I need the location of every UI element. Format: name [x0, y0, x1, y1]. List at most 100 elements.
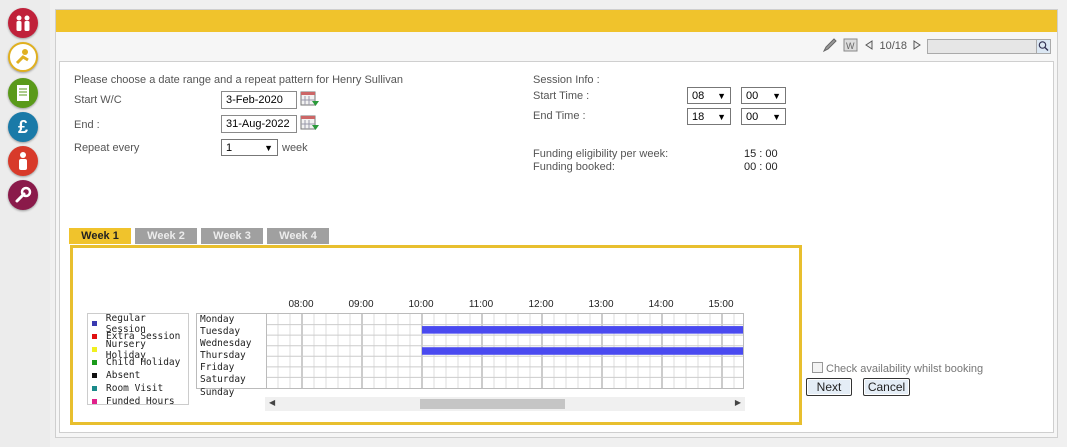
end-date-label: End :: [74, 119, 100, 131]
legend-swatch: [92, 386, 97, 391]
session-info-title: Session Info :: [533, 74, 600, 86]
header-bar: [56, 10, 1057, 32]
repeat-select-value: 1: [226, 141, 233, 154]
day-label: Thursday: [200, 350, 246, 362]
tab-week-3[interactable]: Week 3: [201, 228, 263, 244]
check-availability-checkbox[interactable]: [812, 362, 823, 373]
chevron-down-icon: ▼: [772, 111, 781, 122]
tab-week-4[interactable]: Week 4: [267, 228, 329, 244]
start-minute-select[interactable]: 00 ▼: [741, 87, 786, 104]
legend-label: Room Visit: [106, 383, 164, 394]
end-hour-value: 18: [692, 110, 705, 123]
family-icon[interactable]: [8, 8, 38, 38]
start-minute-value: 00: [746, 89, 759, 102]
repeat-every-label: Repeat every: [74, 142, 140, 154]
funding-booked-label: Funding booked:: [533, 161, 615, 173]
legend-item: Room Visit: [92, 382, 188, 395]
chevron-down-icon: ▼: [772, 90, 781, 101]
legend-swatch: [92, 399, 97, 404]
legend: Regular Session Extra Session Nursery Holi…: [87, 313, 189, 408]
next-button[interactable]: Next: [806, 378, 852, 396]
end-minute-select[interactable]: 00 ▼: [741, 108, 786, 125]
schedule-timeline[interactable]: [267, 314, 743, 388]
day-label: Tuesday: [200, 326, 241, 338]
end-date-calendar-icon[interactable]: [300, 115, 320, 132]
repeat-unit-label: week: [282, 142, 308, 154]
legend-swatch: [92, 360, 97, 365]
start-hour-select[interactable]: 08 ▼: [687, 87, 731, 104]
legend-item: Child Holiday: [92, 356, 188, 369]
booking-form: Please choose a date range and a repeat …: [59, 61, 1054, 433]
main-panel: W 10/18 Please choose a date range and a…: [55, 9, 1058, 438]
time-label: 12:00: [528, 299, 554, 310]
end-date-field[interactable]: 31-Aug-2022: [221, 115, 297, 133]
search-input[interactable]: [927, 38, 1051, 54]
register-icon[interactable]: [8, 78, 38, 108]
settings-wrench-icon[interactable]: [8, 180, 38, 210]
chevron-down-icon: ▼: [264, 142, 273, 153]
left-navigation-rail: £: [0, 0, 50, 447]
record-toolbar: W 10/18: [822, 37, 1051, 56]
start-hour-value: 08: [692, 89, 705, 102]
day-column: Monday Tuesday Wednesday Thursday Friday Satu…: [197, 314, 267, 398]
day-label: Friday: [200, 362, 235, 374]
edit-pencil-icon[interactable]: [822, 37, 838, 56]
check-availability-label: Check availability whilst booking: [826, 363, 984, 375]
day-label: Monday: [200, 314, 235, 325]
start-date-calendar-icon[interactable]: [300, 91, 320, 108]
legend-item: Regular Session: [92, 313, 188, 335]
time-label: 10:00: [408, 299, 434, 310]
time-label: 08:00: [288, 299, 314, 310]
repeat-select[interactable]: 1 ▼: [221, 139, 278, 156]
legend-swatch: [92, 347, 97, 352]
cancel-button[interactable]: Cancel: [863, 378, 910, 396]
child-play-icon[interactable]: [8, 42, 38, 72]
end-hour-select[interactable]: 18 ▼: [687, 108, 731, 125]
previous-record-icon[interactable]: [864, 39, 874, 53]
tab-week-1[interactable]: Week 1: [69, 228, 131, 244]
legend-item: Absent: [92, 369, 188, 382]
legend-item: Funded Hours: [92, 395, 188, 408]
staff-icon[interactable]: [8, 146, 38, 176]
time-label: 13:00: [588, 299, 614, 310]
start-date-field[interactable]: 3-Feb-2020: [221, 91, 297, 109]
legend-label: Child Holiday: [106, 357, 181, 368]
day-label: Wednesday: [200, 338, 252, 350]
weekly-schedule-grid: Monday Tuesday Wednesday Thursday Friday Satu…: [196, 313, 744, 398]
day-label: Saturday: [200, 374, 246, 386]
session-booking-bar[interactable]: [422, 326, 743, 334]
session-booking-bar[interactable]: [422, 347, 743, 355]
time-label: 14:00: [648, 299, 674, 310]
next-record-icon[interactable]: [912, 39, 922, 53]
scrollbar-thumb[interactable]: [420, 399, 565, 409]
tab-week-2[interactable]: Week 2: [135, 228, 197, 244]
finance-pound-icon[interactable]: £: [8, 112, 38, 142]
legend-swatch: [92, 373, 97, 378]
chevron-down-icon: ▼: [717, 90, 726, 101]
start-time-label: Start Time :: [533, 90, 590, 102]
end-time-label: End Time :: [533, 110, 586, 122]
chevron-down-icon: ▼: [717, 111, 726, 122]
day-label: Sunday: [200, 386, 235, 398]
scroll-right-icon[interactable]: ▶: [735, 398, 741, 407]
legend-item: Nursery Holiday: [92, 339, 188, 361]
form-intro: Please choose a date range and a repeat …: [74, 74, 403, 86]
time-label: 15:00: [708, 299, 734, 310]
word-document-icon[interactable]: W: [843, 37, 859, 56]
record-counter: 10/18: [879, 40, 907, 52]
end-minute-value: 00: [746, 110, 759, 123]
time-axis: 08:00 09:00 10:00 11:00 12:00 13:00 14:00 15:00: [266, 299, 746, 312]
funding-booked-value: 00 : 00: [744, 161, 778, 173]
funding-eligibility-label: Funding eligibility per week:: [533, 148, 669, 160]
start-wc-label: Start W/C: [74, 94, 122, 106]
scroll-left-icon[interactable]: ◀: [269, 398, 275, 407]
time-label: 11:00: [468, 299, 494, 310]
search-icon[interactable]: [1036, 39, 1050, 53]
week-schedule-panel: Regular Session Extra Session Nursery Holi…: [70, 245, 802, 425]
legend-swatch: [92, 334, 97, 339]
horizontal-scrollbar[interactable]: ◀ ▶: [265, 397, 745, 411]
funding-eligibility-value: 15 : 00: [744, 148, 778, 160]
svg-text:W: W: [846, 41, 855, 51]
time-label: 09:00: [348, 299, 374, 310]
legend-label: Funded Hours: [106, 396, 175, 407]
